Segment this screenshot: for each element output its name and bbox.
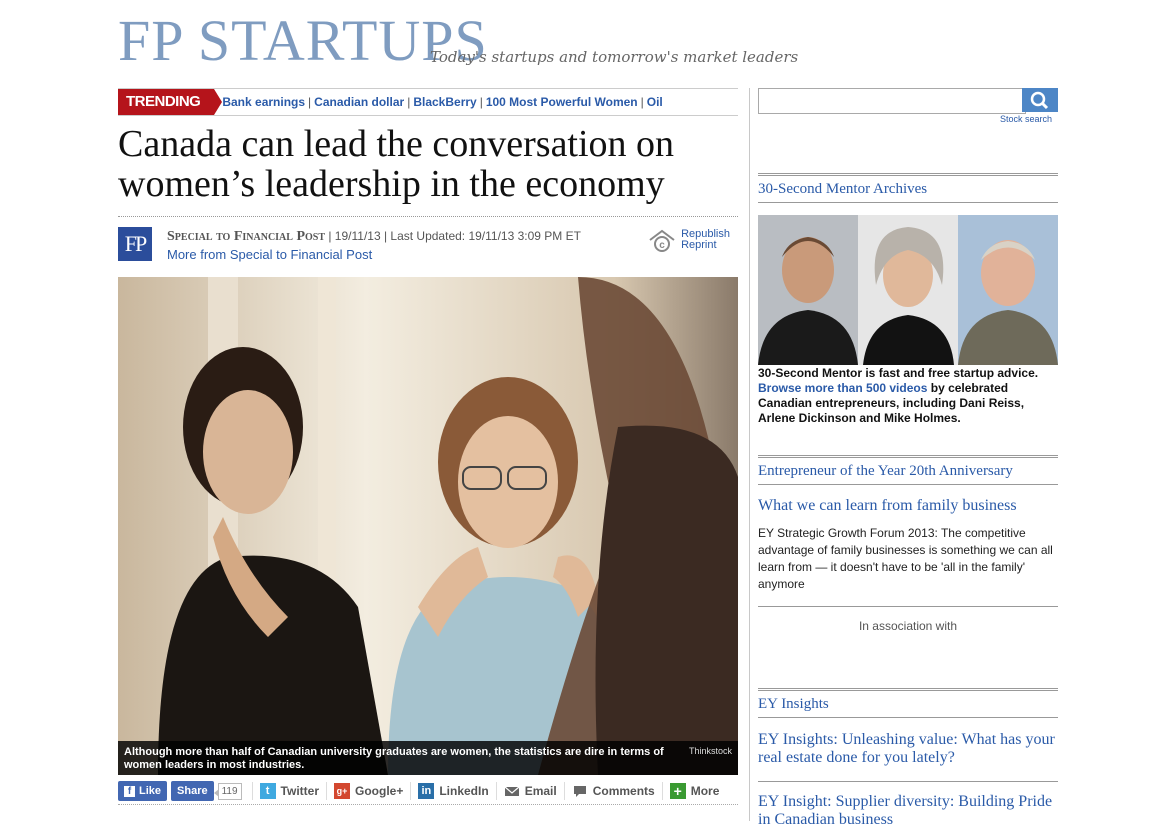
browse-videos-link[interactable]: Browse more than 500 videos: [758, 381, 927, 395]
more-label: More: [690, 784, 720, 798]
comment-icon: [573, 786, 586, 797]
twitter-icon: t: [259, 783, 276, 799]
trending-bar: TRENDING Bank earnings | Canadian dollar | B…: [118, 88, 738, 116]
email-icon: [504, 786, 520, 796]
column-divider: [749, 88, 750, 821]
linkedin-label: LinkedIn: [439, 784, 489, 798]
like-label: Like: [139, 785, 162, 797]
comments-label: Comments: [592, 784, 655, 798]
separator: |: [640, 95, 644, 109]
trending-link-powerful-women[interactable]: 100 Most Powerful Women: [486, 95, 638, 109]
byline: FP Special to Financial Post | 19/11/13 …: [118, 225, 738, 265]
masthead: FP STARTUPS Today's startups and tomorro…: [118, 10, 798, 72]
googleplus-share[interactable]: g+ Google+: [326, 782, 410, 800]
googleplus-label: Google+: [355, 784, 404, 798]
eoy-heading[interactable]: Entrepreneur of the Year 20th Anniversar…: [758, 455, 1058, 485]
googleplus-icon: g+: [334, 783, 350, 799]
mentor-portraits: [758, 215, 1058, 365]
site-tagline: Today's startups and tomorrow's market l…: [430, 48, 799, 66]
trending-link-oil[interactable]: Oil: [647, 95, 663, 109]
trending-links: Bank earnings | Canadian dollar | BlackBerry…: [222, 95, 662, 109]
fp-author-logo: FP: [118, 227, 152, 261]
divider: [758, 606, 1058, 607]
email-label: Email: [524, 784, 557, 798]
email-share[interactable]: Email: [495, 782, 564, 800]
eoy-article-title[interactable]: What we can learn from family business: [758, 497, 1058, 515]
divider: [118, 216, 738, 217]
linkedin-share[interactable]: in LinkedIn: [410, 782, 495, 800]
share-label: Share: [177, 785, 208, 797]
separator: |: [308, 95, 312, 109]
caption-bar: Although more than half of Canadian univ…: [118, 741, 738, 775]
article-photo: Although more than half of Canadian univ…: [118, 277, 738, 775]
more-from-author-link[interactable]: More from Special to Financial Post: [167, 247, 372, 262]
republish-reprint[interactable]: c Republish Reprint: [648, 229, 730, 253]
search-button[interactable]: [1022, 88, 1058, 112]
separator: |: [407, 95, 411, 109]
share-count: 119: [213, 782, 242, 800]
mentor-heading[interactable]: 30-Second Mentor Archives: [758, 173, 1058, 203]
plus-icon: +: [669, 783, 686, 799]
eoy-article-body: EY Strategic Growth Forum 2013: The comp…: [758, 526, 1053, 591]
photo-caption: Although more than half of Canadian univ…: [124, 746, 664, 771]
ey-insight-link-2[interactable]: EY Insight: Supplier diversity: Building…: [758, 793, 1058, 829]
search-box: [758, 88, 1058, 114]
byline-meta: Special to Financial Post | 19/11/13 | L…: [167, 229, 581, 245]
comments-link[interactable]: Comments: [563, 782, 662, 800]
search-input[interactable]: [758, 88, 1026, 114]
ey-insights-heading[interactable]: EY Insights: [758, 688, 1058, 718]
byline-dates: | 19/11/13 | Last Updated: 19/11/13 3:09…: [325, 229, 581, 243]
photo-credit: Thinkstock: [688, 746, 732, 756]
article-headline: Canada can lead the conversation on wome…: [118, 123, 675, 205]
facebook-like-button[interactable]: f Like: [118, 781, 168, 801]
linkedin-icon: in: [418, 783, 435, 799]
mentor-photo[interactable]: [758, 215, 1058, 365]
copyright-house-icon: c: [649, 229, 675, 252]
ey-insight-link-1[interactable]: EY Insights: Unleashing value: What has …: [758, 731, 1058, 767]
separator: |: [479, 95, 483, 109]
share-bar: f Like Share 119 t Twitter g+ Google+ in Lin…: [118, 778, 738, 805]
divider: [758, 781, 1058, 782]
mentor-blurb: 30-Second Mentor is fast and free startu…: [758, 366, 1058, 426]
byline-author: Special to Financial Post: [167, 229, 326, 244]
facebook-icon: f: [124, 785, 135, 797]
twitter-label: Twitter: [280, 784, 319, 798]
photo-illustration: [118, 277, 738, 775]
trending-link-blackberry[interactable]: BlackBerry: [413, 95, 476, 109]
trending-link-canadian-dollar[interactable]: Canadian dollar: [314, 95, 404, 109]
facebook-share-button[interactable]: Share: [171, 781, 214, 801]
association-label: In association with: [858, 619, 958, 633]
trending-label: TRENDING: [118, 89, 223, 115]
search-icon: [1030, 91, 1049, 110]
svg-text:c: c: [659, 240, 665, 251]
stock-search-link[interactable]: Stock search: [1000, 114, 1052, 124]
mentor-text-lead: 30-Second Mentor is fast and free startu…: [758, 366, 1039, 380]
twitter-share[interactable]: t Twitter: [251, 782, 326, 800]
trending-link-bank-earnings[interactable]: Bank earnings: [222, 95, 305, 109]
reprint-link[interactable]: Reprint: [681, 240, 730, 251]
more-share[interactable]: + More: [661, 782, 727, 800]
